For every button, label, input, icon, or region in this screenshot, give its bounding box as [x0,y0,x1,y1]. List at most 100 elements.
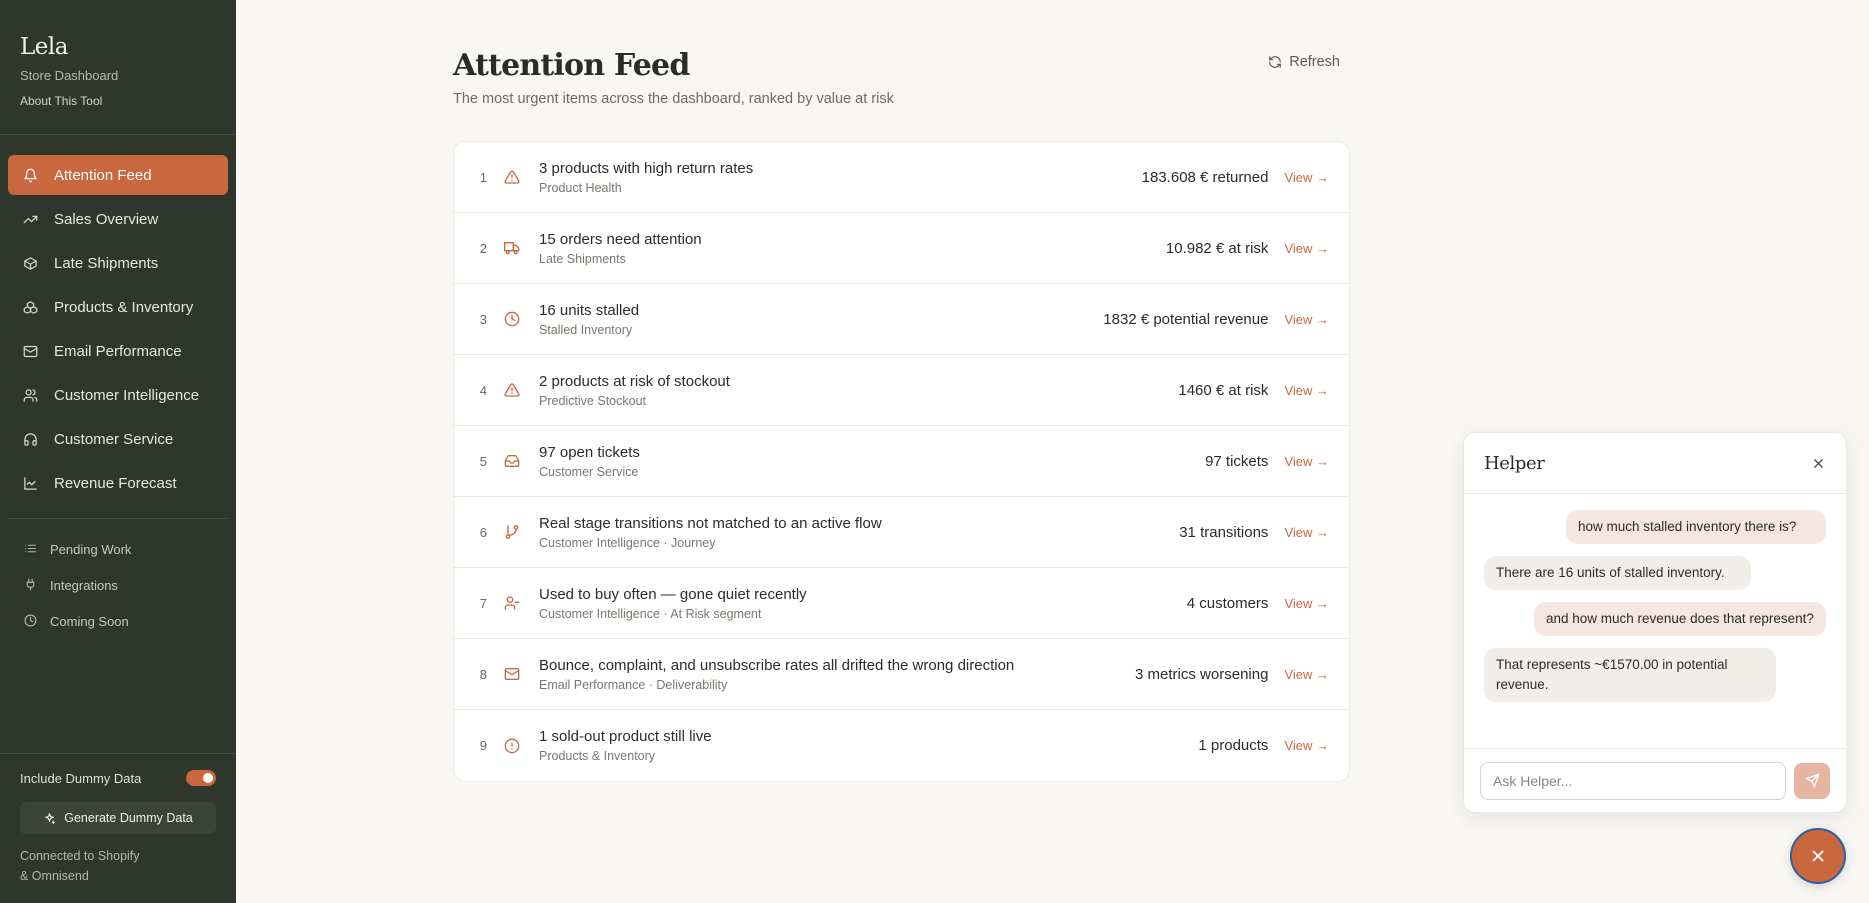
nav-item-late-shipments[interactable]: Late Shipments [8,243,228,283]
dummy-data-toggle[interactable] [186,770,216,786]
feed-row: 9 1 sold-out product still live Products… [454,710,1349,781]
feed-rank: 8 [479,666,487,682]
close-icon[interactable] [1811,456,1826,471]
feed-title: 2 products at risk of stockout [539,372,730,390]
view-link[interactable]: View → [1284,738,1329,753]
feed-source: Predictive Stockout [539,393,646,408]
sidebar: Lela Store Dashboard About This Tool Att… [0,0,236,903]
git-branch-icon [503,523,521,541]
assistant-message: That represents ~€1570.00 in potential r… [1484,648,1776,702]
view-link[interactable]: View → [1284,525,1329,540]
page-title: Attention Feed [453,48,690,83]
clock-icon [503,310,521,328]
nav-item-customer-service[interactable]: Customer Service [8,419,228,459]
feed-text: Bounce, complaint, and unsubscribe rates… [539,657,1135,692]
feed-text: 2 products at risk of stockout Predictiv… [539,373,1178,408]
alert-circle-icon [503,737,521,755]
feed-source: Stalled Inventory [539,322,633,337]
secondary-nav: Pending Work Integrations Coming Soon [0,531,236,639]
nav-item-revenue-forecast[interactable]: Revenue Forecast [8,463,228,503]
inbox-icon [503,452,521,470]
brand-title: Lela [20,34,68,60]
feed-text: 15 orders need attention Late Shipments [539,231,1166,266]
line-chart-icon [22,475,38,491]
view-link[interactable]: View → [1284,667,1329,682]
generate-dummy-data-button[interactable]: Generate Dummy Data [20,802,216,834]
feed-title: Bounce, complaint, and unsubscribe rates… [539,656,1015,674]
feed-value: 31 transitions [1179,523,1269,541]
nav-item-email-performance[interactable]: Email Performance [8,331,228,371]
view-link[interactable]: View → [1284,241,1329,256]
brand: Lela Store Dashboard About This Tool [0,0,236,135]
feed-value: 183.608 € returned [1141,168,1269,186]
bell-icon [22,167,38,183]
user-minus-icon [503,594,521,612]
list-icon [24,542,38,556]
send-icon [1805,773,1819,788]
nav-label: Customer Service [54,430,174,448]
feed-rank: 4 [479,382,487,398]
helper-header: Helper [1464,433,1846,494]
helper-toggle-button[interactable] [1790,828,1846,884]
feed-value: 97 tickets [1205,452,1269,470]
alert-triangle-icon [503,381,521,399]
nav-item-coming-soon[interactable]: Coming Soon [8,603,228,639]
view-link[interactable]: View → [1284,596,1329,611]
connected-line-2: & Omnisend [20,869,89,883]
nav-item-pending-work[interactable]: Pending Work [8,531,228,567]
view-link[interactable]: View → [1284,170,1329,185]
close-icon [1812,850,1824,862]
nav-label: Late Shipments [54,254,159,272]
nav-label: Integrations [50,577,118,593]
helper-title: Helper [1484,452,1545,474]
nav-item-sales-overview[interactable]: Sales Overview [8,199,228,239]
feed-value: 1460 € at risk [1178,381,1269,399]
feed-title: 97 open tickets [539,443,640,461]
send-button[interactable] [1794,762,1830,799]
feed-rank: 5 [479,453,487,469]
truck-icon [503,239,521,257]
sparkles-icon [43,812,56,825]
feed-title: Used to buy often — gone quiet recently [539,585,807,603]
feed-source: Customer Service [539,464,639,479]
user-message: how much stalled inventory there is? [1566,510,1826,544]
nav-item-customer-intelligence[interactable]: Customer Intelligence [8,375,228,415]
mail-icon [22,343,38,359]
feed-value: 1832 € potential revenue [1103,310,1269,328]
ask-helper-input[interactable] [1480,761,1786,800]
feed-title: 16 units stalled [539,301,640,319]
attention-feed-list: 1 3 products with high return rates Prod… [453,141,1350,782]
nav-label: Customer Intelligence [54,386,200,404]
clock-icon [24,614,38,628]
feed-rank: 9 [479,738,487,753]
helper-panel: Helper how much stalled inventory there … [1463,432,1847,813]
nav-item-attention-feed[interactable]: Attention Feed [8,155,228,195]
feed-source: Email Performance · Deliverability [539,677,728,692]
nav-item-products-inventory[interactable]: Products & Inventory [8,287,228,327]
feed-source: Products & Inventory [539,749,656,763]
feed-value: 10.982 € at risk [1165,239,1269,257]
feed-title: 15 orders need attention [539,230,702,248]
nav-item-integrations[interactable]: Integrations [8,567,228,603]
refresh-button[interactable]: Refresh [1268,54,1340,70]
boxes-icon [22,299,38,315]
feed-value: 3 metrics worsening [1135,665,1269,683]
view-link[interactable]: View → [1284,383,1329,398]
page-subtitle: The most urgent items across the dashboa… [453,91,894,107]
view-link[interactable]: View → [1284,312,1329,327]
about-link[interactable]: About This Tool [20,94,216,108]
generate-label: Generate Dummy Data [64,811,193,825]
nav-divider [8,518,228,519]
view-link[interactable]: View → [1284,454,1329,469]
plug-icon [24,578,38,592]
nav-label: Revenue Forecast [54,474,177,492]
nav-label: Coming Soon [50,613,129,629]
headphones-icon [22,431,38,447]
feed-title: 3 products with high return rates [539,159,754,177]
main-nav: Attention Feed Sales Overview Late Shipm… [0,135,236,503]
sidebar-footer: Include Dummy Data Generate Dummy Data C… [0,753,236,903]
feed-text: 16 units stalled Stalled Inventory [539,302,1103,337]
feed-rank: 6 [479,524,487,540]
mail-icon [503,665,521,683]
nav-label: Attention Feed [54,166,152,184]
